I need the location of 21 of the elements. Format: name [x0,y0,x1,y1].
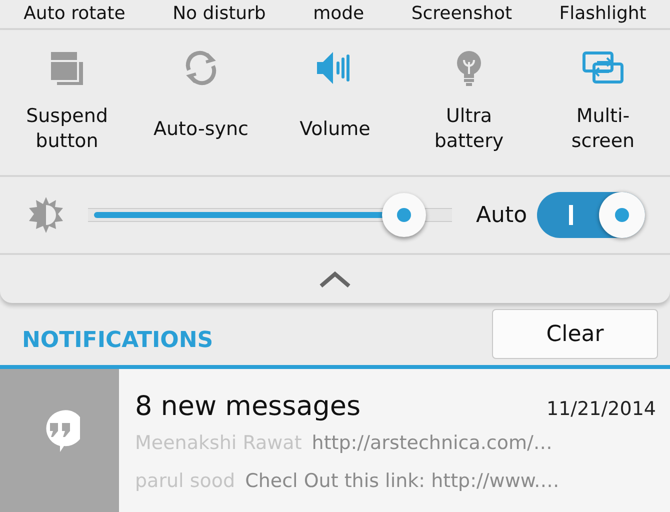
tile-label: Flashlight [559,4,646,24]
notifications-heading: NOTIFICATIONS [22,328,214,352]
notification-title: 8 new messages [135,391,361,422]
quick-setting-toggle[interactable]: Volume [268,30,402,175]
tile-label: Screenshot [411,4,512,24]
tile-label: No disturb [172,4,266,24]
notification-time: 11/21/2014 [546,398,656,420]
quick-setting-toggle[interactable]: Ultra battery [402,30,536,175]
brightness-icon [26,195,66,235]
tile-label: Auto rotate [24,4,126,24]
auto-label: Auto [476,202,528,228]
quick-setting-toggle[interactable]: Auto-sync [134,30,268,175]
slider-thumb[interactable] [382,193,426,237]
collapse-chevron-icon[interactable] [319,270,351,288]
message-preview: Checl Out this link: http://www.… [245,469,560,494]
quick-setting-toggle[interactable]: Multi-screen [536,30,670,175]
auto-toggle-switch[interactable] [537,192,646,238]
tile-label: mode [313,4,364,24]
clear-button[interactable]: Clear [492,309,658,359]
quick-setting-toggle[interactable]: Suspend button [0,30,134,175]
message-preview: http://arstechnica.com/… [312,431,552,456]
